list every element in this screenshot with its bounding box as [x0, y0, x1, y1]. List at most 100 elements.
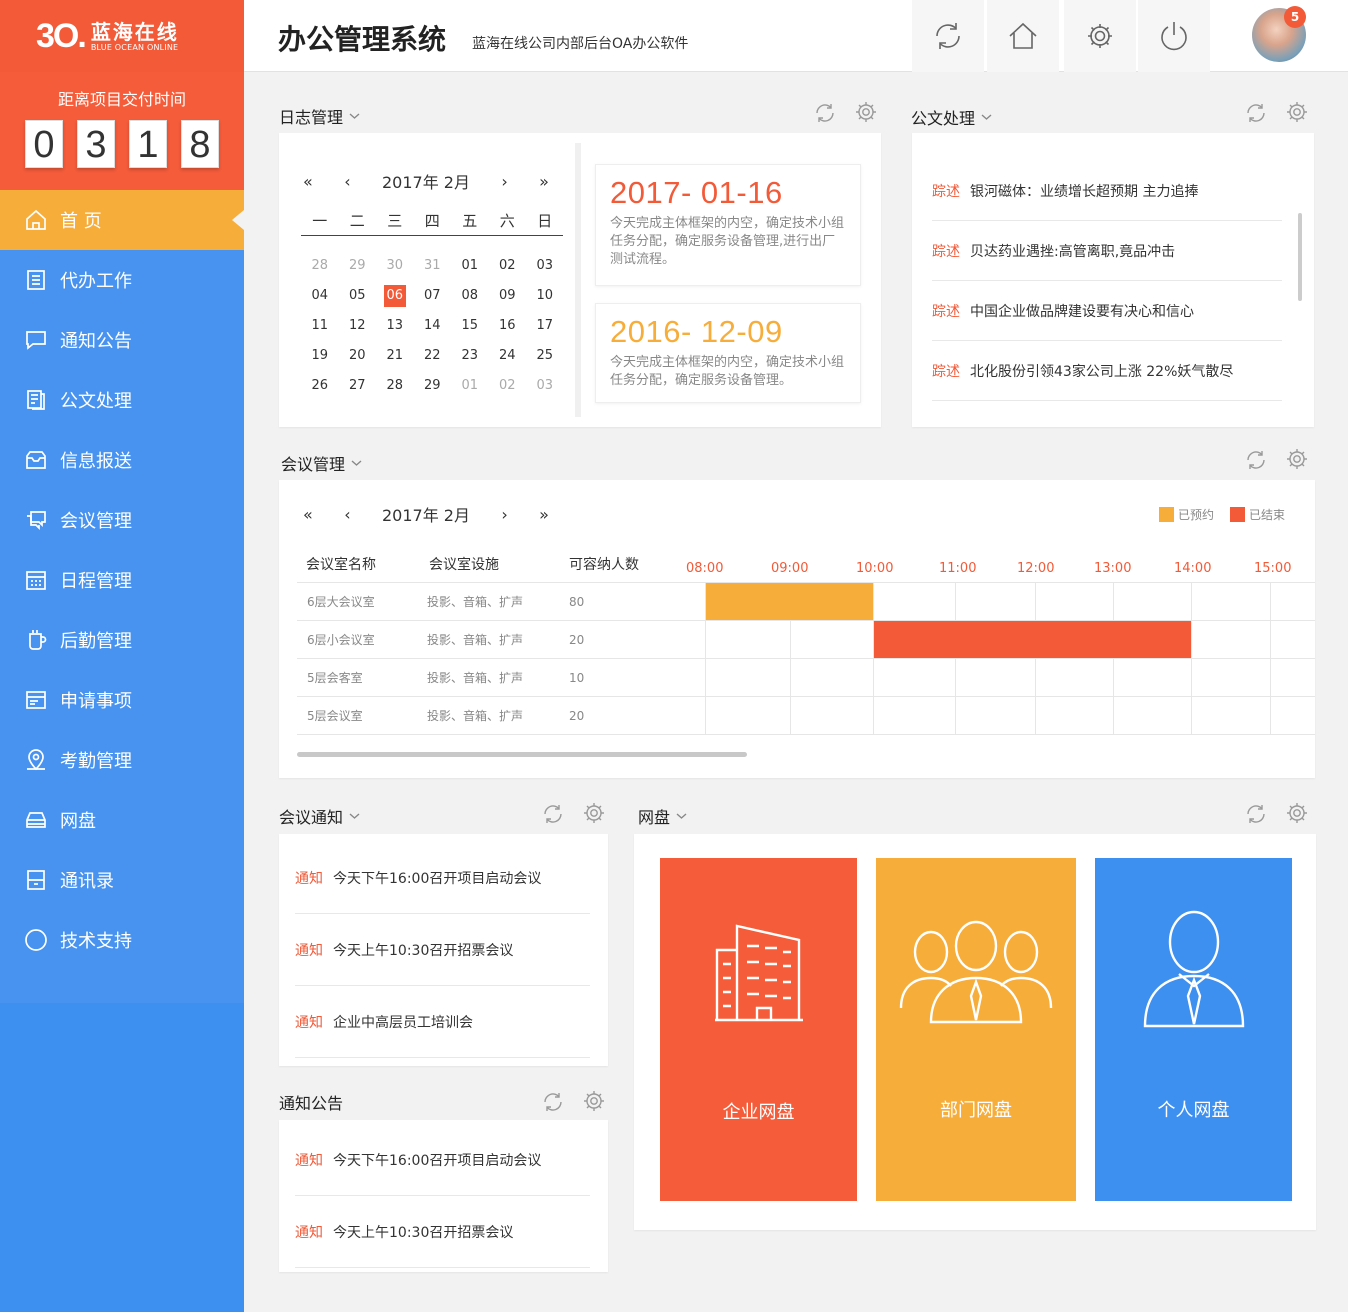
calendar-day[interactable]: 07: [414, 281, 452, 311]
calendar-day[interactable]: 01: [451, 251, 489, 281]
sidebar-item[interactable]: 信息报送: [0, 430, 244, 490]
list-item[interactable]: 踪述 北化股份引领43家公司上涨 22%妖气散尽: [932, 341, 1282, 401]
gear-icon[interactable]: [1286, 101, 1308, 123]
docs-panel-title[interactable]: 公文处理: [911, 105, 992, 129]
scrollbar[interactable]: [575, 143, 581, 417]
calendar-day[interactable]: 03: [526, 251, 564, 281]
sidebar-item[interactable]: 公文处理: [0, 370, 244, 430]
gear-icon[interactable]: [855, 101, 877, 123]
calendar-day[interactable]: 30: [376, 251, 414, 281]
list-item[interactable]: 通知 企业中高层员工培训会: [295, 986, 590, 1058]
next-year-button[interactable]: »: [539, 505, 549, 524]
sidebar-item[interactable]: 会议管理: [0, 490, 244, 550]
netdisk-panel-title[interactable]: 网盘: [638, 804, 687, 828]
list-item[interactable]: 通知 今天上午10:30召开招票会议: [295, 914, 590, 986]
calendar-day[interactable]: 25: [526, 341, 564, 371]
calendar-day[interactable]: 23: [451, 341, 489, 371]
calendar-day[interactable]: 15: [451, 311, 489, 341]
refresh-button[interactable]: [912, 0, 984, 72]
calendar-day[interactable]: 02: [489, 251, 527, 281]
calendar-day[interactable]: 05: [339, 281, 377, 311]
calendar-day[interactable]: 12: [339, 311, 377, 341]
calendar-day[interactable]: 16: [489, 311, 527, 341]
prev-year-button[interactable]: «: [303, 172, 313, 191]
sidebar-item[interactable]: 后勤管理: [0, 610, 244, 670]
enterprise-disk-tile[interactable]: 企业网盘: [660, 858, 857, 1201]
refresh-icon[interactable]: [1244, 802, 1268, 826]
announcements-panel-title[interactable]: 通知公告: [279, 1090, 343, 1114]
sidebar-item[interactable]: 代办工作: [0, 250, 244, 310]
prev-year-button[interactable]: «: [303, 505, 313, 524]
calendar-day[interactable]: 04: [301, 281, 339, 311]
notification-badge[interactable]: 5: [1284, 6, 1306, 28]
home-button[interactable]: [987, 0, 1059, 72]
log-entry[interactable]: 2016- 12-09 今天完成主体框架的内空，确定技术小组任务分配，确定服务设…: [595, 303, 861, 403]
calendar-day[interactable]: 29: [339, 251, 377, 281]
list-item[interactable]: 踪述 中国企业做品牌建设要有决心和信心: [932, 281, 1282, 341]
calendar-day[interactable]: 02: [489, 371, 527, 401]
refresh-icon[interactable]: [1244, 101, 1268, 125]
booking-bar[interactable]: [874, 621, 1191, 658]
log-panel-title[interactable]: 日志管理: [279, 104, 360, 128]
brand-logo[interactable]: 3O. 蓝海在线 BLUE OCEAN ONLINE: [0, 0, 244, 72]
refresh-icon[interactable]: [1244, 448, 1268, 472]
calendar-day[interactable]: 27: [339, 371, 377, 401]
sidebar-item[interactable]: 日程管理: [0, 550, 244, 610]
sidebar-item[interactable]: 通讯录: [0, 850, 244, 910]
log-entry[interactable]: 2017- 01-16 今天完成主体框架的内空，确定技术小组任务分配，确定服务设…: [595, 164, 861, 286]
booking-bar[interactable]: [706, 583, 873, 620]
calendar-day-selected[interactable]: 06: [376, 281, 414, 311]
logout-button[interactable]: [1138, 0, 1210, 72]
list-item[interactable]: 通知 今天上午10:30召开招票会议: [295, 1196, 590, 1268]
department-disk-tile[interactable]: 部门网盘: [876, 858, 1076, 1201]
sidebar-item[interactable]: 技术支持: [0, 910, 244, 970]
calendar-day[interactable]: 31: [414, 251, 452, 281]
calendar-day[interactable]: 22: [414, 341, 452, 371]
list-item[interactable]: 通知 今天下午16:00召开项目启动会议: [295, 1124, 590, 1196]
calendar-day[interactable]: 17: [526, 311, 564, 341]
calendar-day[interactable]: 14: [414, 311, 452, 341]
gear-icon[interactable]: [1286, 448, 1308, 470]
calendar-day[interactable]: 08: [451, 281, 489, 311]
personal-disk-tile[interactable]: 个人网盘: [1095, 858, 1292, 1201]
sidebar-item[interactable]: 通知公告: [0, 310, 244, 370]
sidebar-item[interactable]: 考勤管理: [0, 730, 244, 790]
gear-icon[interactable]: [583, 802, 605, 824]
gear-icon[interactable]: [1286, 802, 1308, 824]
list-item[interactable]: 通知 今天下午16:00召开项目启动会议: [295, 842, 590, 914]
calendar-day[interactable]: 28: [301, 251, 339, 281]
refresh-icon[interactable]: [541, 802, 565, 826]
meeting-notice-title[interactable]: 会议通知: [279, 804, 360, 828]
calendar-day[interactable]: 21: [376, 341, 414, 371]
calendar-day[interactable]: 28: [376, 371, 414, 401]
prev-month-button[interactable]: ‹: [344, 172, 350, 191]
sidebar-item[interactable]: 首 页: [0, 190, 244, 250]
sidebar-item[interactable]: 申请事项: [0, 670, 244, 730]
calendar-day[interactable]: 03: [526, 371, 564, 401]
meeting-panel-title[interactable]: 会议管理: [281, 451, 362, 475]
calendar-day[interactable]: 29: [414, 371, 452, 401]
next-year-button[interactable]: »: [539, 172, 549, 191]
sidebar-item[interactable]: 网盘: [0, 790, 244, 850]
calendar-day[interactable]: 20: [339, 341, 377, 371]
next-month-button[interactable]: ›: [501, 505, 507, 524]
prev-month-button[interactable]: ‹: [344, 505, 350, 524]
table-row[interactable]: 5层会议室 投影、音箱、扩声 20: [297, 697, 1315, 735]
calendar-day[interactable]: 10: [526, 281, 564, 311]
calendar-day[interactable]: 26: [301, 371, 339, 401]
gear-icon[interactable]: [583, 1090, 605, 1112]
calendar-day[interactable]: 11: [301, 311, 339, 341]
calendar-day[interactable]: 19: [301, 341, 339, 371]
scrollbar[interactable]: [1298, 213, 1302, 301]
refresh-icon[interactable]: [813, 101, 837, 125]
calendar-day[interactable]: 09: [489, 281, 527, 311]
calendar-day[interactable]: 13: [376, 311, 414, 341]
list-item[interactable]: 踪述 贝达药业遇挫:高管离职,竟品冲击: [932, 221, 1282, 281]
refresh-icon[interactable]: [541, 1090, 565, 1114]
calendar-day[interactable]: 01: [451, 371, 489, 401]
list-item[interactable]: 踪述 银河磁体：业绩增长超预期 主力追捧: [932, 161, 1282, 221]
calendar-day[interactable]: 24: [489, 341, 527, 371]
settings-button[interactable]: [1064, 0, 1136, 72]
horizontal-scrollbar[interactable]: [297, 752, 747, 757]
next-month-button[interactable]: ›: [501, 172, 507, 191]
